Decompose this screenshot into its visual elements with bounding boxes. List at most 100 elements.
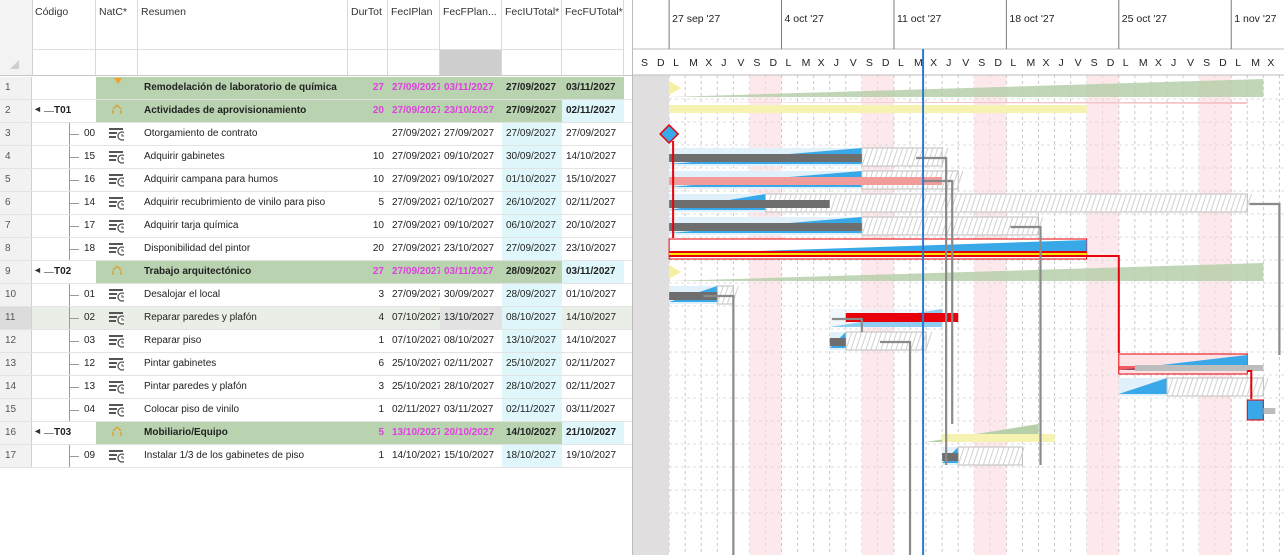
day-letter: S (1091, 57, 1098, 69)
table-row[interactable]: 13 12 Pintar gabinetes 6 25/10/2027 02/11/202… (0, 353, 632, 376)
week-label: 27 sep '27 (672, 13, 720, 25)
table-row[interactable]: 6 14 Adquirir recubrimiento de vinilo para… (0, 192, 632, 215)
table-row[interactable]: 14 13 Pintar paredes y plafón 3 25/10/2027 28… (0, 376, 632, 399)
cell-resumen[interactable]: Mobiliario/Equipo (138, 422, 348, 444)
table-row[interactable]: 1 Remodelación de laboratorio de química 2… (0, 77, 632, 100)
week-label: 4 oct '27 (785, 13, 825, 25)
table-row[interactable]: 4 15 Adquirir gabinetes 10 27/09/2027 09/10/2… (0, 146, 632, 169)
cell-natc (96, 169, 138, 191)
day-letter: S (1203, 57, 1210, 69)
table-row[interactable]: 8 18 Disponibilidad del pintor 20 27/09/2027… (0, 238, 632, 261)
table-row[interactable]: 2 ◄ T01 Actividades de aprovisionamiento 20 2… (0, 100, 632, 123)
row-number[interactable]: 12 (0, 330, 32, 352)
task-clock-icon (109, 197, 124, 210)
weekend-band (765, 75, 782, 555)
table-row[interactable]: 17 09 Instalar 1/3 de los gabinetes de pis… (0, 445, 632, 468)
row-number[interactable]: 17 (0, 445, 32, 467)
column-header-resumen[interactable]: Resumen (138, 0, 348, 49)
cell-resumen[interactable]: Reparar paredes y plafón (138, 307, 348, 329)
summary-start-marker (669, 265, 682, 279)
task-grid: Código NatC* Resumen DurTot FecIPlan Fec… (0, 0, 633, 555)
day-letter: J (1171, 57, 1176, 69)
cell-fec-f-plan: 02/10/2027 (444, 197, 495, 208)
cell-resumen[interactable]: Remodelación de laboratorio de química (138, 77, 348, 99)
cell-resumen[interactable]: Adquirir tarja química (138, 215, 348, 237)
row-number[interactable]: 5 (0, 169, 32, 191)
cell-fec-f-plan: 20/10/2027 (440, 422, 502, 444)
table-row[interactable]: 7 17 Adquirir tarja química 10 27/09/2027 09/… (0, 215, 632, 238)
summary-task-icon (112, 104, 122, 114)
column-header-natc[interactable]: NatC* (96, 0, 138, 49)
row-number[interactable]: 10 (0, 284, 32, 306)
cell-resumen[interactable]: Pintar paredes y plafón (138, 376, 348, 398)
collapse-icon[interactable]: ◄ (33, 265, 42, 275)
summary-task-icon (112, 426, 122, 436)
column-header-feciutotal[interactable]: FecIUTotal* (502, 0, 562, 49)
cell-resumen[interactable]: Disponibilidad del pintor (138, 238, 348, 260)
row-number[interactable]: 2 (0, 100, 32, 122)
row-number[interactable]: 3 (0, 123, 32, 145)
row-number[interactable]: 11 (0, 307, 32, 329)
gantt-canvas[interactable]: 27 sep '27 4 oct '27 11 oct '27 18 oct '27 2… (633, 0, 1284, 555)
column-header-codigo[interactable]: Código (32, 0, 96, 49)
cell-natc (96, 330, 138, 352)
day-letter: M (802, 57, 811, 69)
cell-resumen[interactable]: Adquirir campana para humos (138, 169, 348, 191)
cell-resumen[interactable]: Adquirir gabinetes (138, 146, 348, 168)
row-number[interactable]: 8 (0, 238, 32, 260)
row-number[interactable]: 13 (0, 353, 32, 375)
table-row[interactable]: 5 16 Adquirir campana para humos 10 27/09/20… (0, 169, 632, 192)
day-letter: J (1059, 57, 1064, 69)
table-row[interactable]: 16 ◄ T03 Mobiliario/Equipo 5 13/10/2027 20/10/… (0, 422, 632, 445)
table-row[interactable]: 15 04 Colocar piso de vinilo 1 02/11/2027 03/… (0, 399, 632, 422)
column-header-fecfutotal[interactable]: FecFUTotal* (562, 0, 624, 49)
table-row[interactable]: 12 03 Reparar piso 1 07/10/2027 08/10/2027 13/… (0, 330, 632, 353)
column-header-feciplan[interactable]: FecIPlan (388, 0, 440, 49)
day-letter: J (834, 57, 839, 69)
cell-resumen[interactable]: Trabajo arquitectónico (138, 261, 348, 283)
table-row[interactable]: 3 00 Otorgamiento de contrato 27/09/2027 27/… (0, 123, 632, 146)
row-number[interactable]: 16 (0, 422, 32, 444)
cell-fec-i-plan: 27/09/2027 (392, 128, 440, 139)
cell-resumen[interactable]: Desalojar el local (138, 284, 348, 306)
row-number[interactable]: 1 (0, 77, 32, 99)
week-label: 25 oct '27 (1122, 13, 1167, 25)
row-number[interactable]: 7 (0, 215, 32, 237)
row-number[interactable]: 9 (0, 261, 32, 283)
weekend-band (1102, 75, 1119, 555)
cell-fec-i-u-total: 27/09/2027 (502, 77, 562, 99)
gantt-chart[interactable]: 27 sep '27 4 oct '27 11 oct '27 18 oct '27 2… (633, 0, 1284, 555)
row-number[interactable]: 4 (0, 146, 32, 168)
row-number[interactable]: 15 (0, 399, 32, 421)
week-label: 18 oct '27 (1009, 13, 1054, 25)
actual-bar (829, 338, 846, 346)
table-row[interactable]: 11 02 Reparar paredes y plafón 4 07/10/2027 1… (0, 307, 632, 330)
cell-resumen[interactable]: Colocar piso de vinilo (138, 399, 348, 421)
row-number[interactable]: 6 (0, 192, 32, 214)
cell-resumen[interactable]: Otorgamiento de contrato (138, 123, 348, 145)
task-clock-icon (109, 174, 124, 187)
cell-fec-f-u-total: 03/11/2027 (562, 261, 624, 283)
cell-resumen[interactable]: Pintar gabinetes (138, 353, 348, 375)
column-header-fecfplan[interactable]: FecFPlan... (440, 0, 502, 49)
column-header-durtot[interactable]: DurTot (348, 0, 388, 49)
collapse-icon[interactable]: ◄ (33, 104, 42, 114)
row-number[interactable]: 14 (0, 376, 32, 398)
cell-resumen[interactable]: Reparar piso (138, 330, 348, 352)
summary-bar (669, 105, 1087, 113)
cell-fec-f-u-total: 14/10/2027 (566, 312, 617, 323)
cell-fec-f-u-total: 02/11/2027 (566, 358, 616, 369)
cell-resumen[interactable]: Instalar 1/3 de los gabinetes de piso (138, 445, 348, 467)
cell-resumen[interactable]: Actividades de aprovisionamiento (138, 100, 348, 122)
summary-start-marker (669, 81, 682, 95)
cell-natc (96, 261, 138, 283)
table-row[interactable]: 9 ◄ T02 Trabajo arquitectónico 27 27/09/2027 0… (0, 261, 632, 284)
cell-resumen[interactable]: Adquirir recubrimiento de vinilo para pi… (138, 192, 348, 214)
cell-durtot: 4 (378, 312, 384, 323)
weekend-band (1215, 75, 1232, 555)
day-letter: D (769, 57, 777, 69)
table-row[interactable]: 10 01 Desalojar el local 3 27/09/2027 30/09/2… (0, 284, 632, 307)
collapse-icon[interactable]: ◄ (33, 426, 42, 436)
cell-fec-f-u-total: 21/10/2027 (562, 422, 624, 444)
day-letter: D (994, 57, 1002, 69)
